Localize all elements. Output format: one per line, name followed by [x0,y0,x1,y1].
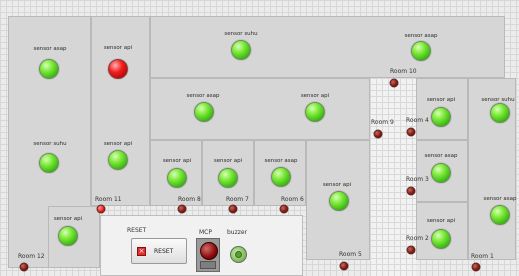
room-label-11: Room 11 [95,196,122,203]
room-9-indicator [373,129,383,139]
sensor-label: sensor api [103,45,133,51]
middle-room [150,78,370,140]
sensor-indicator-led [39,59,59,79]
room-label-8: Room 8 [178,196,201,203]
sensor-label: sensor api [426,97,456,103]
reset-button-label: RESET [154,248,174,255]
room-4-indicator [406,127,416,137]
sensor-label: sensor api [322,182,352,188]
control-panel: RESET × RESET MCP buzzer [100,215,303,276]
room-label-3: Room 3 [406,176,429,183]
sensor-label: sensor asap [404,33,438,39]
room-label-2: Room 2 [406,235,429,242]
sensor-indicator-led [108,150,128,170]
sensor-label: sensor api [53,216,83,222]
room-10-indicator [389,78,399,88]
top-wide-room [150,16,505,78]
room-label-10: Room 10 [390,68,417,75]
sensor-indicator-led [194,102,214,122]
close-icon: × [137,247,146,256]
buzzer-label: buzzer [227,229,248,236]
sensor-label: sensor api [213,158,243,164]
room-5-indicator [339,261,349,271]
room-2-indicator [406,245,416,255]
room-label-7: Room 7 [226,196,249,203]
sensor-label: sensor asap [264,158,298,164]
sensor-label: sensor api [426,218,456,224]
room-12-indicator [19,262,29,272]
sensor-indicator-led [39,153,59,173]
sensor-indicator-led [431,229,451,249]
sensor-indicator-led [490,103,510,123]
sensor-indicator-led [329,191,349,211]
mcp-label: MCP [199,229,212,236]
sensor-alarm-led [108,59,128,79]
room-7-indicator [228,204,238,214]
room-label-1: Room 1 [471,253,494,260]
room-11-indicator [96,204,106,214]
sensor-indicator-led [431,107,451,127]
reset-caption: RESET [127,227,147,234]
sensor-label: sensor suhu [224,31,258,37]
mcp-switch[interactable] [196,238,220,272]
reset-button[interactable]: × RESET [131,238,187,264]
sensor-label: sensor api [103,141,133,147]
sensor-indicator-led [231,40,251,60]
sensor-label: sensor asap [33,46,67,52]
room-label-4: Room 4 [406,117,429,124]
room-8-indicator [177,204,187,214]
sensor-indicator-led [490,205,510,225]
sensor-indicator-led [167,168,187,188]
sensor-indicator-led [58,226,78,246]
room-label-5: Room 5 [339,251,362,258]
sensor-label: sensor asap [186,93,220,99]
sensor-label: sensor suhu [33,141,67,147]
mcp-base [200,261,216,269]
sensor-indicator-led [411,41,431,61]
room-6-indicator [279,204,289,214]
sensor-label: sensor api [300,93,330,99]
sensor-indicator-led [305,102,325,122]
room-label-12: Room 12 [18,253,45,260]
room-3-indicator [406,186,416,196]
sensor-label: sensor api [162,158,192,164]
buzzer-indicator [230,246,247,263]
mcp-knob-icon [200,242,218,260]
room-1-indicator [471,262,481,272]
room-label-9: Room 9 [371,119,394,126]
sensor-label: sensor asap [483,196,517,202]
sensor-indicator-led [218,168,238,188]
sensor-indicator-led [271,167,291,187]
room-label-6: Room 6 [281,196,304,203]
sensor-label: sensor asap [424,153,458,159]
sensor-indicator-led [431,163,451,183]
